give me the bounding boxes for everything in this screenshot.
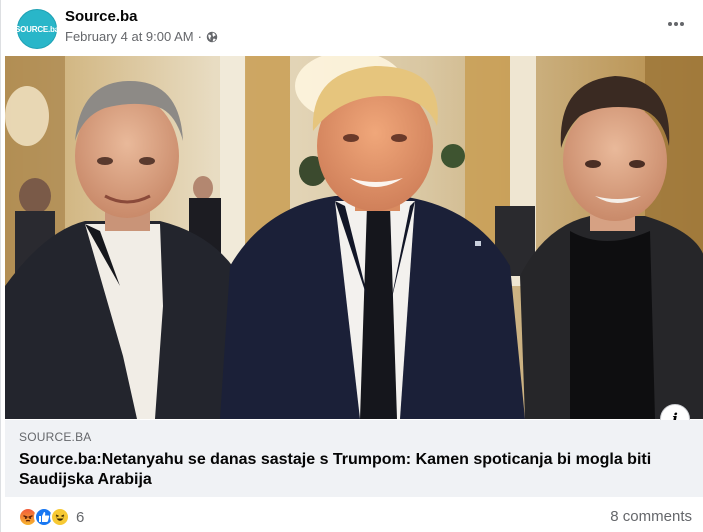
meta-separator: · (197, 29, 202, 44)
more-options-icon-dot (674, 22, 678, 26)
link-preview[interactable]: SOURCE.BA Source.ba:Netanyahu se danas s… (5, 420, 703, 497)
link-domain: SOURCE.BA (19, 430, 92, 444)
comments-count-link[interactable]: 8 comments (610, 508, 692, 525)
more-options-button[interactable] (664, 12, 688, 36)
reactions-summary[interactable]: 6 (18, 507, 84, 527)
more-options-icon (668, 22, 672, 26)
link-headline[interactable]: Source.ba:Netanyahu se danas sastaje s T… (19, 450, 690, 490)
page-avatar[interactable]: SOURCE.ba (15, 9, 59, 49)
post-meta: February 4 at 9:00 AM · (65, 29, 218, 44)
globe-icon[interactable] (206, 31, 218, 43)
haha-reaction-icon (50, 507, 70, 527)
post-header: SOURCE.ba Source.ba February 4 at 9:00 A… (1, 0, 703, 56)
photo-illustration (5, 56, 703, 419)
post-photo[interactable] (5, 56, 703, 419)
post-engagement-bar: 6 8 comments (1, 500, 703, 532)
post-timestamp[interactable]: February 4 at 9:00 AM (65, 29, 194, 44)
page-name-link[interactable]: Source.ba (65, 8, 138, 25)
reaction-count[interactable]: 6 (76, 509, 84, 526)
avatar-logo-text: SOURCE.ba (15, 24, 59, 34)
post-card: SOURCE.ba Source.ba February 4 at 9:00 A… (0, 0, 703, 532)
more-options-icon-dot (680, 22, 684, 26)
